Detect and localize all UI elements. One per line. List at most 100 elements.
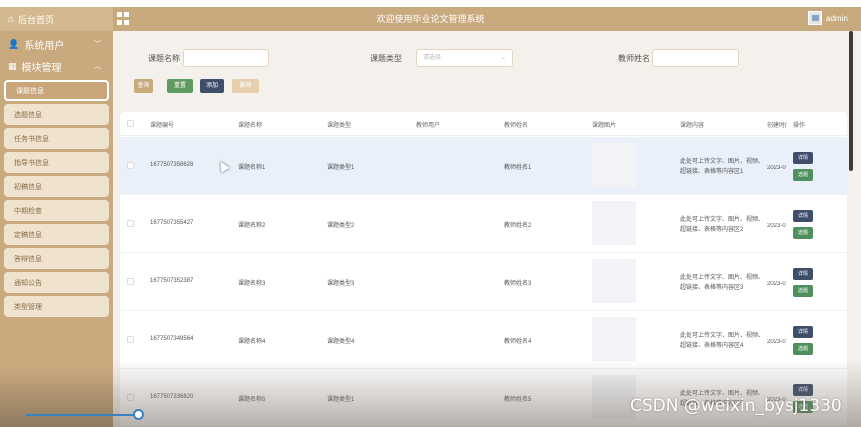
detail-button[interactable]: 详情: [793, 268, 813, 280]
delete-button[interactable]: 删除: [232, 79, 259, 93]
cell-teacher-name: 教师姓名4: [504, 339, 532, 345]
sidebar-item-topic-info[interactable]: 课题信息: [4, 80, 109, 101]
cell-name: 课题名称5: [238, 397, 266, 403]
column-header: 创建时间: [767, 123, 787, 129]
detail-button[interactable]: 详情: [793, 152, 813, 164]
topic-image: [592, 201, 636, 245]
select-all-checkbox[interactable]: [127, 120, 134, 127]
sidebar-group-modules[interactable]: ▦ 模块管理 ︿: [0, 55, 113, 77]
column-header: 操作: [793, 123, 806, 129]
topic-image: [592, 317, 636, 361]
sidebar-item-topic-selection[interactable]: 选题信息: [4, 104, 109, 125]
row-checkbox[interactable]: [127, 220, 134, 227]
avatar[interactable]: [808, 11, 822, 25]
detail-button[interactable]: 详情: [793, 384, 813, 396]
cell-name: 课题名称1: [238, 165, 266, 171]
search-form: 课题名称 课题类型 请选择 ⌄ 教师姓名: [113, 49, 861, 69]
sidebar-item-type-manage[interactable]: 类型管理: [4, 296, 109, 317]
table-header: 课题编号 课题名称 课题类型 教师用户 教师姓名 课题图片 课题内容 创建时间 …: [120, 112, 847, 136]
chevron-up-icon: ︿: [94, 63, 101, 70]
cell-type: 课题类型1: [327, 397, 355, 403]
app-title: 欢迎使用毕业论文管理系统: [376, 14, 485, 24]
pick-button[interactable]: 选题: [793, 227, 813, 239]
cell-content: 此处可上传文字、图片、视频、超链接、表格等内容区4: [680, 333, 765, 349]
topic-type-select[interactable]: 请选择 ⌄: [416, 49, 513, 67]
top-bar: ⌂ 后台首页 欢迎使用毕业论文管理系统 admin: [0, 7, 861, 31]
column-header: 课题编号: [150, 123, 175, 129]
table-row[interactable]: 1677507355427 课题名称2 课题类型2 教师姓名2 此处可上传文字、…: [120, 195, 847, 253]
cell-name: 课题名称4: [238, 339, 266, 345]
teacher-name-input[interactable]: [652, 49, 739, 67]
progress-slider-knob[interactable]: [133, 409, 144, 420]
detail-button[interactable]: 详情: [793, 326, 813, 338]
cell-teacher-name: 教师姓名2: [504, 223, 532, 229]
cell-teacher-name: 教师姓名3: [504, 281, 532, 287]
sidebar-item-final-draft[interactable]: 定稿信息: [4, 224, 109, 245]
column-header: 课题内容: [680, 123, 705, 129]
row-checkbox[interactable]: [127, 336, 134, 343]
cell-id: 1677507352387: [150, 278, 194, 284]
sidebar: 👤 系统用户 ﹀ ▦ 模块管理 ︿ 课题信息 选题信息 任务书信息 指导书信息 …: [0, 31, 113, 427]
cell-id: 1677507355427: [150, 220, 194, 226]
cell-created: 2023-0: [767, 165, 786, 171]
topic-name-input[interactable]: [183, 49, 269, 67]
topic-type-label: 课题类型: [370, 54, 402, 63]
cell-name: 课题名称3: [238, 281, 266, 287]
teacher-name-label: 教师姓名: [618, 54, 650, 63]
sidebar-item-first-draft[interactable]: 初稿信息: [4, 176, 109, 197]
cell-created: 2023-0: [767, 339, 786, 345]
grid-icon: ▦: [8, 60, 17, 71]
vertical-scrollbar[interactable]: [849, 31, 853, 171]
sidebar-item-midterm-check[interactable]: 中期检查: [4, 200, 109, 221]
column-header: 课题名称: [238, 123, 263, 129]
cell-created: 2023-0: [767, 281, 786, 287]
chevron-down-icon: ⌄: [500, 55, 506, 61]
data-table: 课题编号 课题名称 课题类型 教师用户 教师姓名 课题图片 课题内容 创建时间 …: [120, 112, 847, 427]
cell-type: 课题类型2: [327, 223, 355, 229]
topic-type-placeholder: 请选择: [423, 55, 442, 61]
table-row[interactable]: 1677507352387 课题名称3 课题类型3 教师姓名3 此处可上传文字、…: [120, 253, 847, 311]
cell-content: 此处可上传文字、图片、视频、超链接、表格等内容区3: [680, 275, 765, 291]
sidebar-item-guide-book[interactable]: 指导书信息: [4, 152, 109, 173]
pick-button[interactable]: 选题: [793, 343, 813, 355]
sidebar-item-task-book[interactable]: 任务书信息: [4, 128, 109, 149]
cell-type: 课题类型1: [327, 165, 355, 171]
cell-name: 课题名称2: [238, 223, 266, 229]
table-row[interactable]: 1677507358628 课题名称1 课题类型1 教师姓名1 此处可上传文字、…: [120, 137, 847, 195]
topic-image: [592, 259, 636, 303]
sidebar-group-label: 系统用户: [24, 40, 65, 52]
cell-id: 1677507358628: [150, 162, 194, 168]
sidebar-footer: [0, 367, 113, 427]
sidebar-item-defense[interactable]: 答辩信息: [4, 248, 109, 269]
user-icon: 👤: [8, 38, 20, 49]
pick-button[interactable]: 选题: [793, 169, 813, 181]
sidebar-group-users[interactable]: 👤 系统用户 ﹀: [0, 33, 113, 55]
cell-id: 1677507349564: [150, 336, 194, 342]
image-icon: [811, 15, 819, 21]
column-header: 课题图片: [592, 123, 617, 129]
query-button[interactable]: 查询: [134, 79, 153, 93]
topic-image: [592, 143, 636, 187]
column-header: 教师姓名: [504, 123, 529, 129]
pick-button[interactable]: 选题: [793, 285, 813, 297]
topic-name-label: 课题名称: [148, 54, 180, 63]
cell-teacher-name: 教师姓名5: [504, 397, 532, 403]
cell-content: 此处可上传文字、图片、视频、超链接、表格等内容区2: [680, 217, 765, 233]
cell-created: 2023-0: [767, 223, 786, 229]
reset-button[interactable]: 重置: [167, 79, 193, 93]
detail-button[interactable]: 详情: [793, 210, 813, 222]
sidebar-item-notice[interactable]: 通知公告: [4, 272, 109, 293]
username[interactable]: admin: [826, 7, 848, 31]
row-checkbox[interactable]: [127, 278, 134, 285]
cell-type: 课题类型4: [327, 339, 355, 345]
table-row[interactable]: 1677507349564 课题名称4 课题类型4 教师姓名4 此处可上传文字、…: [120, 311, 847, 369]
column-header: 教师用户: [416, 123, 441, 129]
column-header: 课题类型: [327, 123, 352, 129]
row-checkbox[interactable]: [127, 162, 134, 169]
progress-slider-track[interactable]: [26, 414, 136, 416]
add-button[interactable]: 添加: [200, 79, 224, 93]
cell-content: 此处可上传文字、图片、视频、超链接、表格等内容区1: [680, 159, 765, 175]
cell-type: 课题类型3: [327, 281, 355, 287]
row-checkbox[interactable]: [127, 394, 134, 401]
sidebar-group-label: 模块管理: [21, 62, 62, 74]
